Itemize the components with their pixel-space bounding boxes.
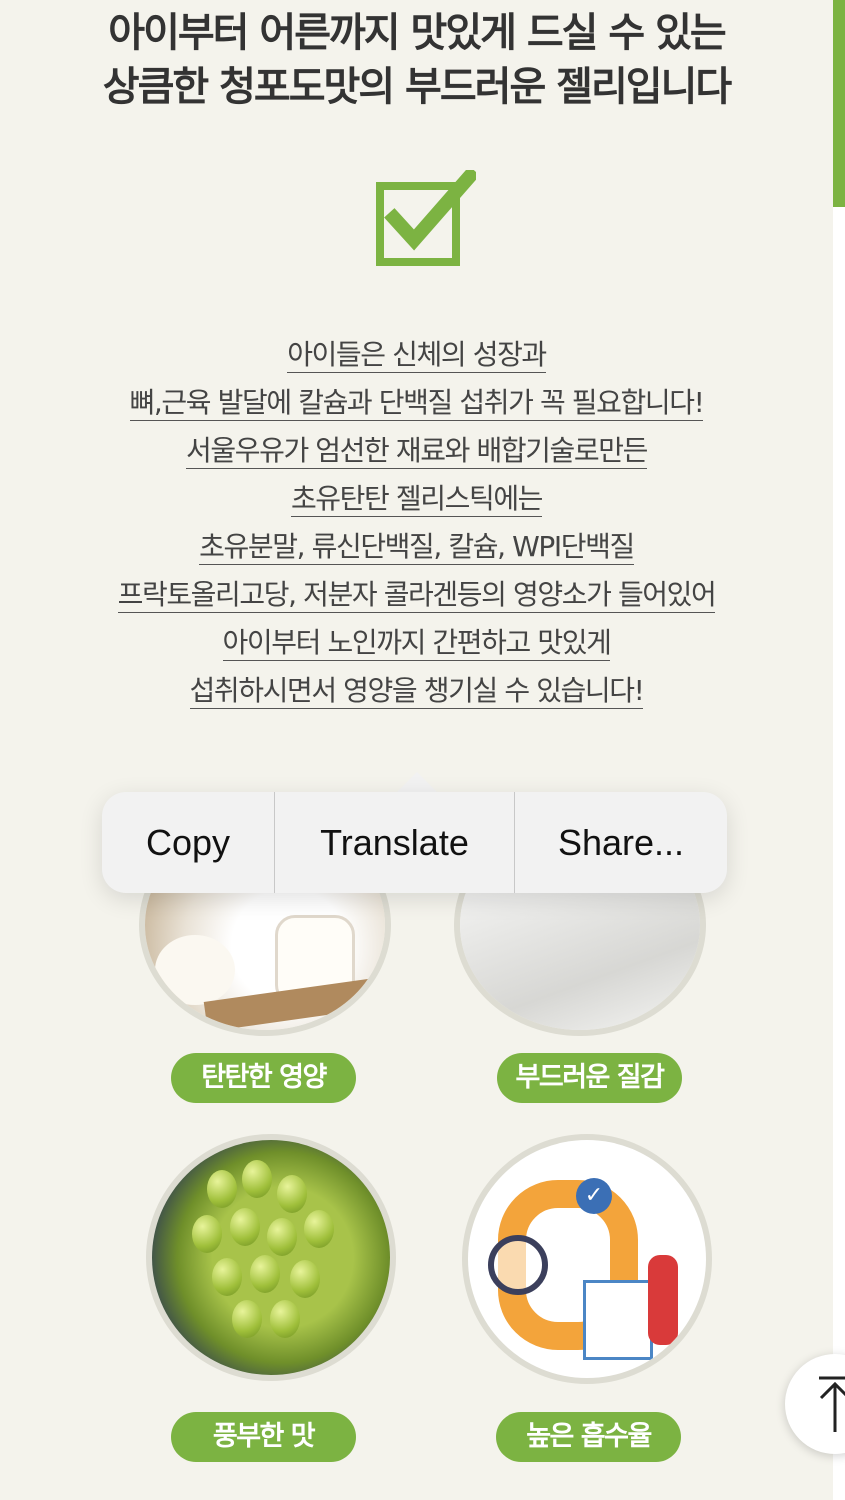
headline-line-2: 상큼한 청포도맛의 부드러운 젤리입니다 [102,64,732,110]
grapes-image [152,1140,390,1375]
copy-button[interactable]: Copy [102,792,275,893]
grape [192,1215,222,1253]
absorption-illustration: ✓ [468,1140,706,1378]
scroll-indicator[interactable] [833,0,845,207]
grape [304,1210,334,1248]
feature-label: 부드러운 질감 [497,1053,682,1103]
description-line: 초유탄탄 젤리스틱에는 [290,482,543,517]
description-line: 프락토올리고당, 저분자 콜라겐등의 영양소가 들어있어 [117,578,717,613]
headline: 아이부터 어른까지 맛있게 드실 수 있는 상큼한 청포도맛의 부드러운 젤리입… [0,6,833,114]
check-badge-icon: ✓ [576,1178,612,1214]
share-button[interactable]: Share... [515,792,727,893]
description-line: 아이부터 노인까지 간편하고 맛있게 [222,626,612,661]
description-line: 뼈,근육 발달에 칼슘과 단백질 섭취가 꼭 필요합니다! [129,386,705,421]
headline-line-1: 아이부터 어른까지 맛있게 드실 수 있는 [108,10,726,56]
grape [270,1300,300,1338]
grape [277,1175,307,1213]
translate-button[interactable]: Translate [275,792,515,893]
grape [207,1170,237,1208]
grape [267,1218,297,1256]
text-selection-menu: Copy Translate Share... [102,792,727,893]
checklist-board [583,1280,653,1360]
grape [212,1258,242,1296]
feature-label: 탄탄한 영양 [171,1053,356,1103]
arrow-up-icon [819,1376,845,1432]
grape [232,1300,262,1338]
context-menu-pointer [395,772,439,794]
grape [242,1160,272,1198]
checkbox-check-icon [376,170,476,266]
feature-label: 높은 흡수율 [496,1412,681,1462]
description-line: 서울우유가 엄선한 재료와 배합기술로만든 [186,434,648,469]
description-text: 아이들은 신체의 성장과 뼈,근육 발달에 칼슘과 단백질 섭취가 꼭 필요합니… [0,333,833,717]
product-detail-page: 아이부터 어른까지 맛있게 드실 수 있는 상큼한 청포도맛의 부드러운 젤리입… [0,0,833,1500]
scroll-track [833,0,845,1500]
magnifier-icon [488,1235,548,1295]
feature-label: 풍부한 맛 [171,1412,356,1462]
milk-bowl [155,935,235,1005]
person-figure [648,1255,678,1345]
description-line: 아이들은 신체의 성장과 [287,338,547,373]
grape [230,1208,260,1246]
grape [250,1255,280,1293]
description-line: 섭취하시면서 영양을 챙기실 수 있습니다! [189,674,645,709]
description-line: 초유분말, 류신단백질, 칼슘, WPI단백질 [199,530,635,565]
grape [290,1260,320,1298]
